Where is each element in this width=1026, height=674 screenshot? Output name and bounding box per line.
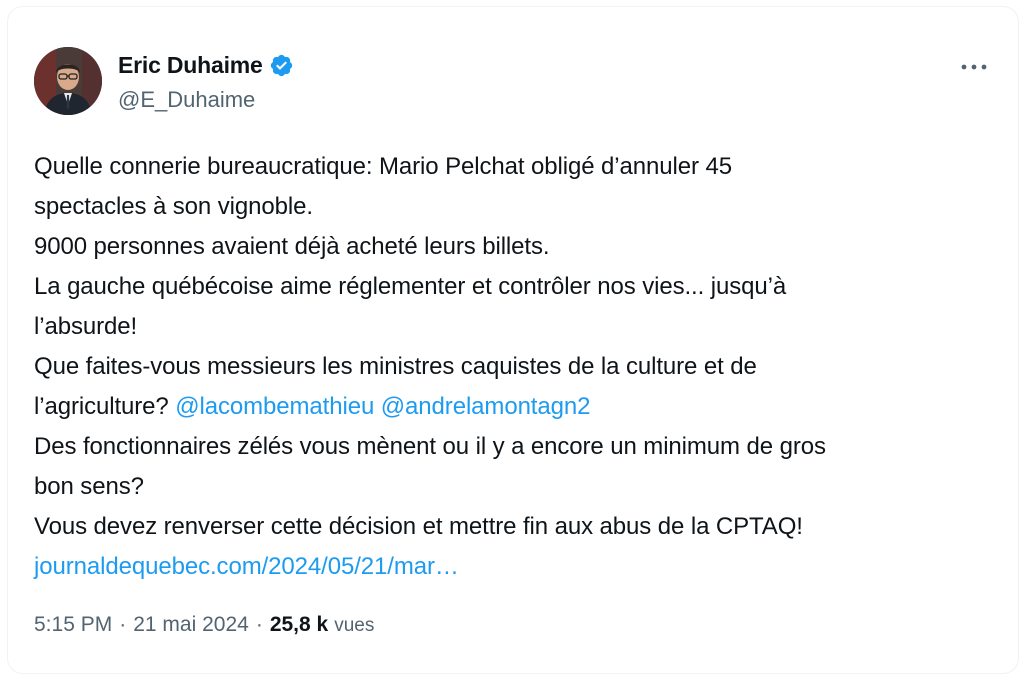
tweet-meta: 5:15 PM · 21 mai 2024 · 25,8 k vues [34, 613, 374, 637]
tweet-line: Vous devez renverser cette décision et m… [34, 513, 803, 540]
mention-link-lacombemathieu[interactable]: @lacombemathieu [175, 393, 374, 420]
tweet-line: bon sens? [34, 473, 144, 500]
author-name-row: Eric Duhaime [118, 51, 294, 79]
tweet-line: La gauche québécoise aime réglementer et… [34, 273, 787, 300]
tweet-time[interactable]: 5:15 PM [34, 613, 112, 637]
tweet-date[interactable]: 21 mai 2024 [133, 613, 249, 637]
views-label: vues [334, 615, 375, 636]
tweet-line: Quelle connerie bureaucratique: Mario Pe… [34, 153, 732, 180]
tweet-line: Des fonctionnaires zélés vous mènent ou … [34, 433, 826, 460]
tweet-card: Eric Duhaime @E_Duhaime Quelle connerie … [7, 6, 1019, 674]
author-handle[interactable]: @E_Duhaime [118, 87, 255, 113]
verified-badge-icon[interactable] [269, 53, 294, 78]
tweet-line: 9000 personnes avaient déjà acheté leurs… [34, 233, 550, 260]
author-display-name[interactable]: Eric Duhaime [118, 52, 263, 79]
more-horizontal-icon [961, 64, 987, 70]
meta-separator: · [119, 613, 127, 636]
tweet-line: l’absurde! [34, 313, 138, 340]
tweet-line: journaldequebec.com/2024/05/21/mar… [34, 547, 994, 587]
mention-link-andrelamontagn2[interactable]: @andrelamontagn2 [381, 393, 591, 420]
avatar[interactable] [34, 47, 102, 115]
tweet-line: Que faites-vous messieurs les ministres … [34, 353, 757, 380]
article-link[interactable]: journaldequebec.com/2024/05/21/mar… [34, 553, 459, 580]
tweet-text: Quelle connerie bureaucratique: Mario Pe… [34, 147, 994, 587]
views-count[interactable]: 25,8 k [270, 613, 328, 637]
tweet-line: spectacles à son vignoble. [34, 193, 313, 220]
meta-separator: · [255, 613, 263, 636]
more-options-button[interactable] [956, 57, 992, 77]
tweet-line-text: l’agriculture? [34, 393, 176, 420]
avatar-photo [34, 47, 102, 115]
tweet-line-with-mentions: l’agriculture? @lacombemathieu @andrelam… [34, 387, 994, 427]
